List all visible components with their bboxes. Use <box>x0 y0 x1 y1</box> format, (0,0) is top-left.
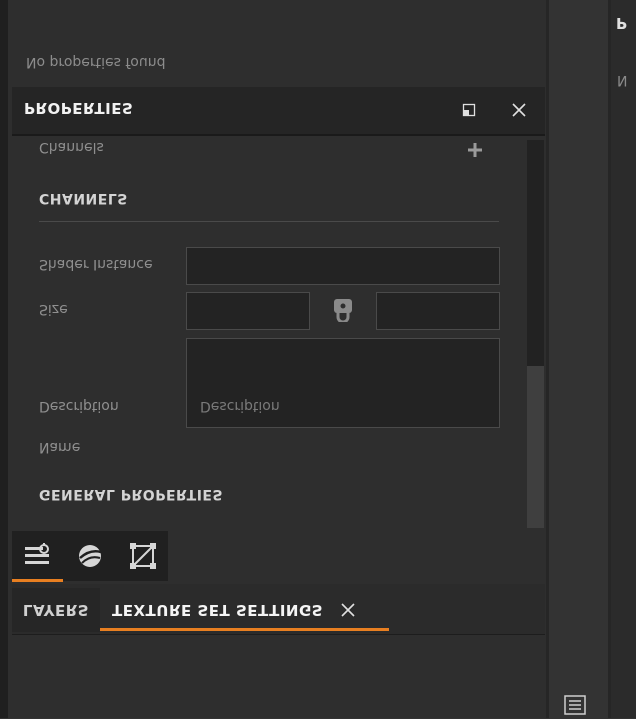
menu-icon[interactable] <box>564 695 586 715</box>
channels-label: Channels <box>39 139 104 155</box>
transform-icon[interactable] <box>120 533 166 579</box>
tab-layers-label: LAYERS <box>22 601 90 619</box>
scrollbar-thumb[interactable] <box>527 366 544 528</box>
name-label: Name <box>39 439 81 455</box>
properties-title: PROPERTIES <box>24 99 134 117</box>
material-icon[interactable] <box>67 533 113 579</box>
restore-icon[interactable] <box>462 102 476 121</box>
side-column <box>549 0 608 718</box>
description-field[interactable] <box>186 338 500 428</box>
close-icon[interactable] <box>511 102 527 122</box>
tab-texture-set-settings[interactable]: TEXTURE SET SETTINGS <box>100 588 389 632</box>
lock-icon[interactable] <box>333 298 353 326</box>
size-width-field[interactable] <box>186 292 310 330</box>
general-properties-title: GENERAL PROPERTIES <box>39 486 224 502</box>
section-divider <box>39 221 499 222</box>
right-panel: P N <box>611 0 636 718</box>
shader-instance-field[interactable] <box>186 247 500 285</box>
toolbar-active-indicator <box>12 579 63 582</box>
properties-toolbar <box>12 531 168 581</box>
tab-close-icon[interactable] <box>341 603 355 617</box>
scrollbar-upper <box>527 140 544 366</box>
size-label: Size <box>39 301 68 317</box>
description-placeholder: Description <box>200 398 280 414</box>
tab-active-indicator <box>100 628 389 631</box>
description-label: Description <box>39 398 119 414</box>
layers-settings-icon[interactable] <box>14 533 60 579</box>
tab-texture-set-settings-label: TEXTURE SET SETTINGS <box>112 601 324 619</box>
tab-layers[interactable]: LAYERS <box>12 588 100 632</box>
add-icon[interactable] <box>466 141 484 163</box>
channels-section-title: CHANNELS <box>39 190 128 206</box>
window-edge <box>0 0 8 718</box>
no-properties-text: No properties found <box>26 54 166 70</box>
size-height-field[interactable] <box>376 292 500 330</box>
shader-instance-label: Shader Instance <box>39 256 153 272</box>
